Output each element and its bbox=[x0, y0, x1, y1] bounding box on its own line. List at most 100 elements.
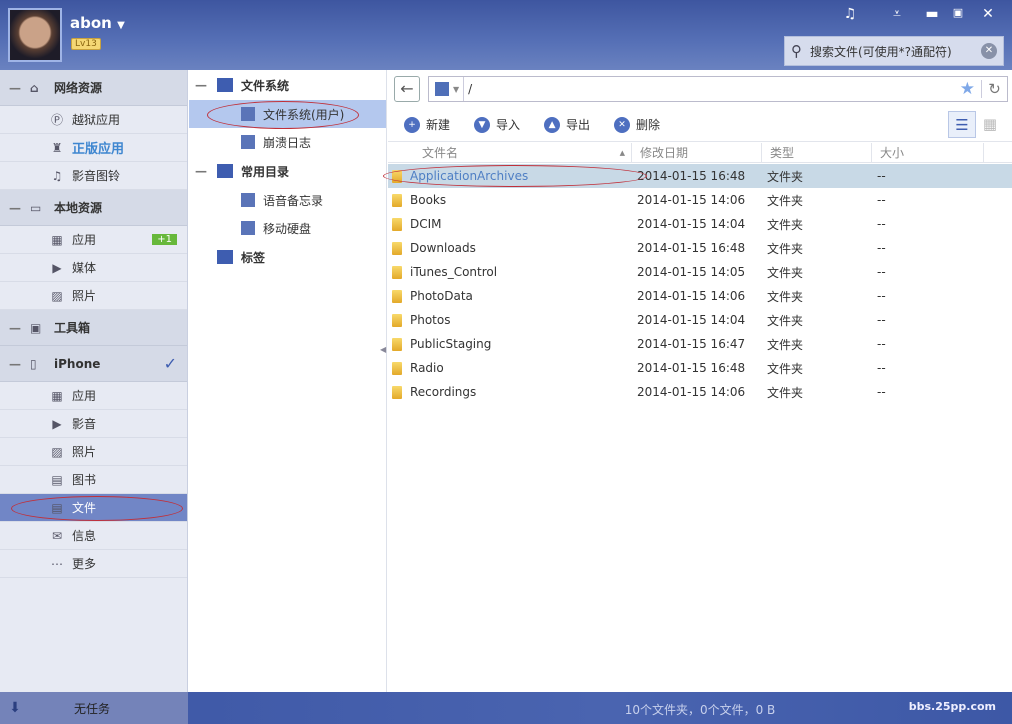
delete-icon: ✕ bbox=[614, 116, 631, 133]
collapse-icon[interactable]: — bbox=[0, 201, 30, 215]
collapse-icon[interactable]: — bbox=[195, 78, 217, 92]
collapse-icon[interactable]: — bbox=[0, 357, 30, 371]
sidebar-item[interactable]: ▶ 媒体 bbox=[0, 254, 187, 282]
mic-icon bbox=[241, 193, 255, 207]
collapse-icon[interactable]: — bbox=[195, 164, 217, 178]
file-type: 文件夹 bbox=[767, 313, 804, 328]
username: abon bbox=[70, 14, 112, 32]
back-button[interactable]: ← bbox=[394, 76, 420, 102]
toolbar: + 新建 ▼ 导入 ▲ 导出 ✕ 删除 ☰ ▦ bbox=[388, 108, 1012, 142]
import-button[interactable]: ▼ 导入 bbox=[474, 116, 520, 133]
sidebar-section[interactable]: — ⌂ 网络资源 bbox=[0, 70, 187, 106]
sidebar: — ⌂ 网络资源 Ⓟ 越狱应用 ♜ 正版应用 ♫ 影音图铃 — ▭ 本地资源 ▦ 应用 +1 ▶ 媒体 ▨ 照片 — ▣… bbox=[0, 70, 188, 692]
column-name[interactable]: 文件名 ▲ bbox=[388, 143, 632, 162]
export-button[interactable]: ▲ 导出 bbox=[544, 116, 590, 133]
tree-group-label: 文件系统 bbox=[241, 78, 290, 93]
file-name: PublicStaging bbox=[410, 337, 492, 351]
path-field[interactable]: ▼ / ★ ↻ bbox=[428, 76, 1008, 102]
sidebar-item[interactable]: ✉ 信息 bbox=[0, 522, 187, 550]
file-row[interactable]: Books 2014-01-15 14:06 文件夹 -- bbox=[388, 188, 1012, 212]
tree-item[interactable]: 移动硬盘 bbox=[189, 214, 386, 242]
sidebar-item[interactable]: ▦ 应用 bbox=[0, 382, 187, 410]
file-row[interactable]: iTunes_Control 2014-01-15 14:05 文件夹 -- bbox=[388, 260, 1012, 284]
tree-item[interactable]: 语音备忘录 bbox=[189, 186, 386, 214]
menu-icon[interactable]: ⩡ bbox=[887, 6, 907, 22]
file-date: 2014-01-15 14:06 bbox=[637, 385, 746, 399]
file-row[interactable]: PublicStaging 2014-01-15 16:47 文件夹 -- bbox=[388, 332, 1012, 356]
sidebar-section[interactable]: — ▭ 本地资源 bbox=[0, 190, 187, 226]
sidebar-section[interactable]: — ▣ 工具箱 bbox=[0, 310, 187, 346]
sidebar-item[interactable]: ▨ 照片 bbox=[0, 438, 187, 466]
music-icon[interactable]: ♫ bbox=[840, 6, 860, 22]
delete-label: 删除 bbox=[636, 118, 661, 132]
file-name: PhotoData bbox=[410, 289, 473, 303]
search-icon: ⚲ bbox=[791, 42, 802, 60]
file-row[interactable]: Radio 2014-01-15 16:48 文件夹 -- bbox=[388, 356, 1012, 380]
file-size: -- bbox=[877, 193, 886, 207]
file-date: 2014-01-15 16:48 bbox=[637, 361, 746, 375]
sidebar-item[interactable]: ▨ 照片 bbox=[0, 282, 187, 310]
tree-group[interactable]: — 文件系统 bbox=[189, 70, 386, 100]
file-row[interactable]: DCIM 2014-01-15 14:04 文件夹 -- bbox=[388, 212, 1012, 236]
import-icon: ▼ bbox=[474, 116, 491, 133]
column-size[interactable]: 大小 bbox=[872, 143, 984, 162]
search-input[interactable]: ⚲ 搜索文件(可使用*?通配符) ✕ bbox=[784, 36, 1004, 66]
tree-group[interactable]: — 常用目录 bbox=[189, 156, 386, 186]
sidebar-item[interactable]: ♫ 影音图铃 bbox=[0, 162, 187, 190]
avatar[interactable] bbox=[8, 8, 62, 62]
grid-view-icon[interactable]: ▦ bbox=[976, 111, 1004, 138]
chevron-down-icon: ▼ bbox=[117, 20, 125, 31]
sidebar-item-label: 更多 bbox=[72, 557, 97, 571]
annotation-oval bbox=[11, 496, 183, 521]
sidebar-item-label: 正版应用 bbox=[72, 142, 125, 157]
sidebar-item[interactable]: ▦ 应用 +1 bbox=[0, 226, 187, 254]
tree-group[interactable]: 标签 bbox=[189, 242, 386, 272]
file-size: -- bbox=[877, 241, 886, 255]
minimize-icon[interactable]: ▬ bbox=[922, 6, 942, 22]
collapse-handle[interactable]: ◀ bbox=[380, 345, 386, 354]
dropdown-icon[interactable]: ▼ bbox=[453, 85, 459, 94]
collapse-icon[interactable]: — bbox=[0, 81, 30, 95]
file-row[interactable]: Downloads 2014-01-15 16:48 文件夹 -- bbox=[388, 236, 1012, 260]
clear-search-icon[interactable]: ✕ bbox=[981, 43, 997, 59]
sidebar-item[interactable]: ♜ 正版应用 bbox=[0, 134, 187, 162]
list-view-icon[interactable]: ☰ bbox=[948, 111, 976, 138]
new-button[interactable]: + 新建 bbox=[404, 116, 450, 133]
sidebar-item[interactable]: ⋯ 更多 bbox=[0, 550, 187, 578]
tree-item[interactable]: 崩溃日志 bbox=[189, 128, 386, 156]
sidebar-item-label: 图书 bbox=[72, 473, 97, 487]
drive-icon bbox=[241, 221, 255, 235]
file-type: 文件夹 bbox=[767, 385, 804, 400]
file-row[interactable]: Recordings 2014-01-15 14:06 文件夹 -- bbox=[388, 380, 1012, 404]
column-date[interactable]: 修改日期 bbox=[632, 143, 762, 162]
check-circle-icon[interactable]: ✓ bbox=[164, 354, 177, 373]
column-type[interactable]: 类型 bbox=[762, 143, 872, 162]
username-menu[interactable]: abon ▼ bbox=[70, 14, 125, 32]
file-date: 2014-01-15 14:04 bbox=[637, 313, 746, 327]
sidebar-item[interactable]: ▤ 图书 bbox=[0, 466, 187, 494]
file-row[interactable]: PhotoData 2014-01-15 14:06 文件夹 -- bbox=[388, 284, 1012, 308]
tree-group-label: 常用目录 bbox=[241, 164, 290, 179]
sidebar-item[interactable]: Ⓟ 越狱应用 bbox=[0, 106, 187, 134]
import-label: 导入 bbox=[496, 118, 521, 132]
delete-button[interactable]: ✕ 删除 bbox=[614, 116, 660, 133]
sidebar-item[interactable]: ▶ 影音 bbox=[0, 410, 187, 438]
export-icon: ▲ bbox=[544, 116, 561, 133]
grid-icon: ▦ bbox=[51, 388, 63, 403]
file-name: iTunes_Control bbox=[410, 265, 498, 279]
toolbox-icon: ▣ bbox=[30, 320, 42, 335]
watermark-logo: PP助手 bbox=[919, 642, 996, 667]
file-row[interactable]: Photos 2014-01-15 14:04 文件夹 -- bbox=[388, 308, 1012, 332]
collapse-icon[interactable]: — bbox=[0, 321, 30, 335]
folder-icon bbox=[392, 265, 402, 279]
maximize-icon[interactable]: ▣ bbox=[948, 6, 968, 19]
list-icon bbox=[217, 164, 233, 178]
task-area[interactable]: ⬇ 无任务 bbox=[0, 692, 188, 724]
sidebar-section[interactable]: — ▯ iPhone ✓ bbox=[0, 346, 187, 382]
path-text[interactable]: / bbox=[463, 77, 954, 101]
close-icon[interactable]: ✕ bbox=[978, 6, 998, 22]
star-icon[interactable]: ★ bbox=[954, 79, 981, 99]
section-label: 本地资源 bbox=[54, 201, 103, 215]
watermark-site: bbs.25pp.com bbox=[908, 700, 996, 713]
refresh-icon[interactable]: ↻ bbox=[981, 80, 1007, 98]
